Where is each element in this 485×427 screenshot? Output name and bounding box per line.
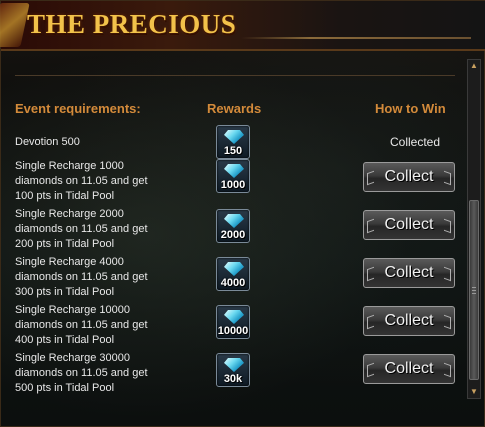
grip-line xyxy=(472,287,476,288)
column-header-how-to-win: How to Win xyxy=(375,101,446,116)
diamond-icon xyxy=(224,262,244,276)
reward-slot[interactable]: 4000 xyxy=(216,257,250,291)
diamond-icon xyxy=(224,130,244,144)
header-ornament xyxy=(0,3,30,47)
diamond-icon xyxy=(224,214,244,228)
event-panel: THE PRECIOUS Event requirements: Rewards… xyxy=(0,0,485,427)
reward-amount: 2000 xyxy=(220,229,246,241)
column-header-requirements: Event requirements: xyxy=(15,101,141,116)
arrow-down-icon[interactable]: ▼ xyxy=(468,386,480,398)
reward-amount: 30k xyxy=(223,373,243,385)
scrollbar-thumb[interactable] xyxy=(469,200,479,380)
panel-header: THE PRECIOUS xyxy=(0,1,485,51)
grip-line xyxy=(472,290,476,291)
reward-slot[interactable]: 10000 xyxy=(216,305,250,339)
requirement-text: Single Recharge 4000 diamonds on 11.05 a… xyxy=(15,256,148,298)
reward-amount: 1000 xyxy=(220,179,246,191)
status-collected: Collected xyxy=(389,135,441,149)
divider xyxy=(15,75,455,76)
reward-amount: 10000 xyxy=(217,325,249,337)
diamond-icon xyxy=(224,358,244,372)
collect-button[interactable]: Collect xyxy=(363,210,455,240)
reward-amount: 4000 xyxy=(220,277,246,289)
scrollbar[interactable]: ▲ ▼ xyxy=(467,59,481,399)
grip-line xyxy=(472,293,476,294)
collect-button[interactable]: Collect xyxy=(363,162,455,192)
reward-slot[interactable]: 150 xyxy=(216,125,250,159)
collect-button[interactable]: Collect xyxy=(363,306,455,336)
requirement-text: Single Recharge 1000 diamonds on 11.05 a… xyxy=(15,160,148,202)
reward-slot[interactable]: 1000 xyxy=(216,159,250,193)
requirement-text: Single Recharge 10000 diamonds on 11.05 … xyxy=(15,304,148,346)
reward-slot[interactable]: 30k xyxy=(216,353,250,387)
diamond-icon xyxy=(224,164,244,178)
requirement-text: Single Recharge 2000 diamonds on 11.05 a… xyxy=(15,208,148,250)
page-title: THE PRECIOUS xyxy=(27,9,237,39)
requirement-text: Devotion 500 xyxy=(15,136,80,148)
collect-button[interactable]: Collect xyxy=(363,354,455,384)
reward-amount: 150 xyxy=(223,145,243,157)
header-rule xyxy=(241,37,471,39)
reward-slot[interactable]: 2000 xyxy=(216,209,250,243)
collect-button[interactable]: Collect xyxy=(363,258,455,288)
requirement-text: Single Recharge 30000 diamonds on 11.05 … xyxy=(15,352,148,394)
arrow-up-icon[interactable]: ▲ xyxy=(468,60,480,72)
column-header-rewards: Rewards xyxy=(207,101,262,116)
diamond-icon xyxy=(224,310,244,324)
